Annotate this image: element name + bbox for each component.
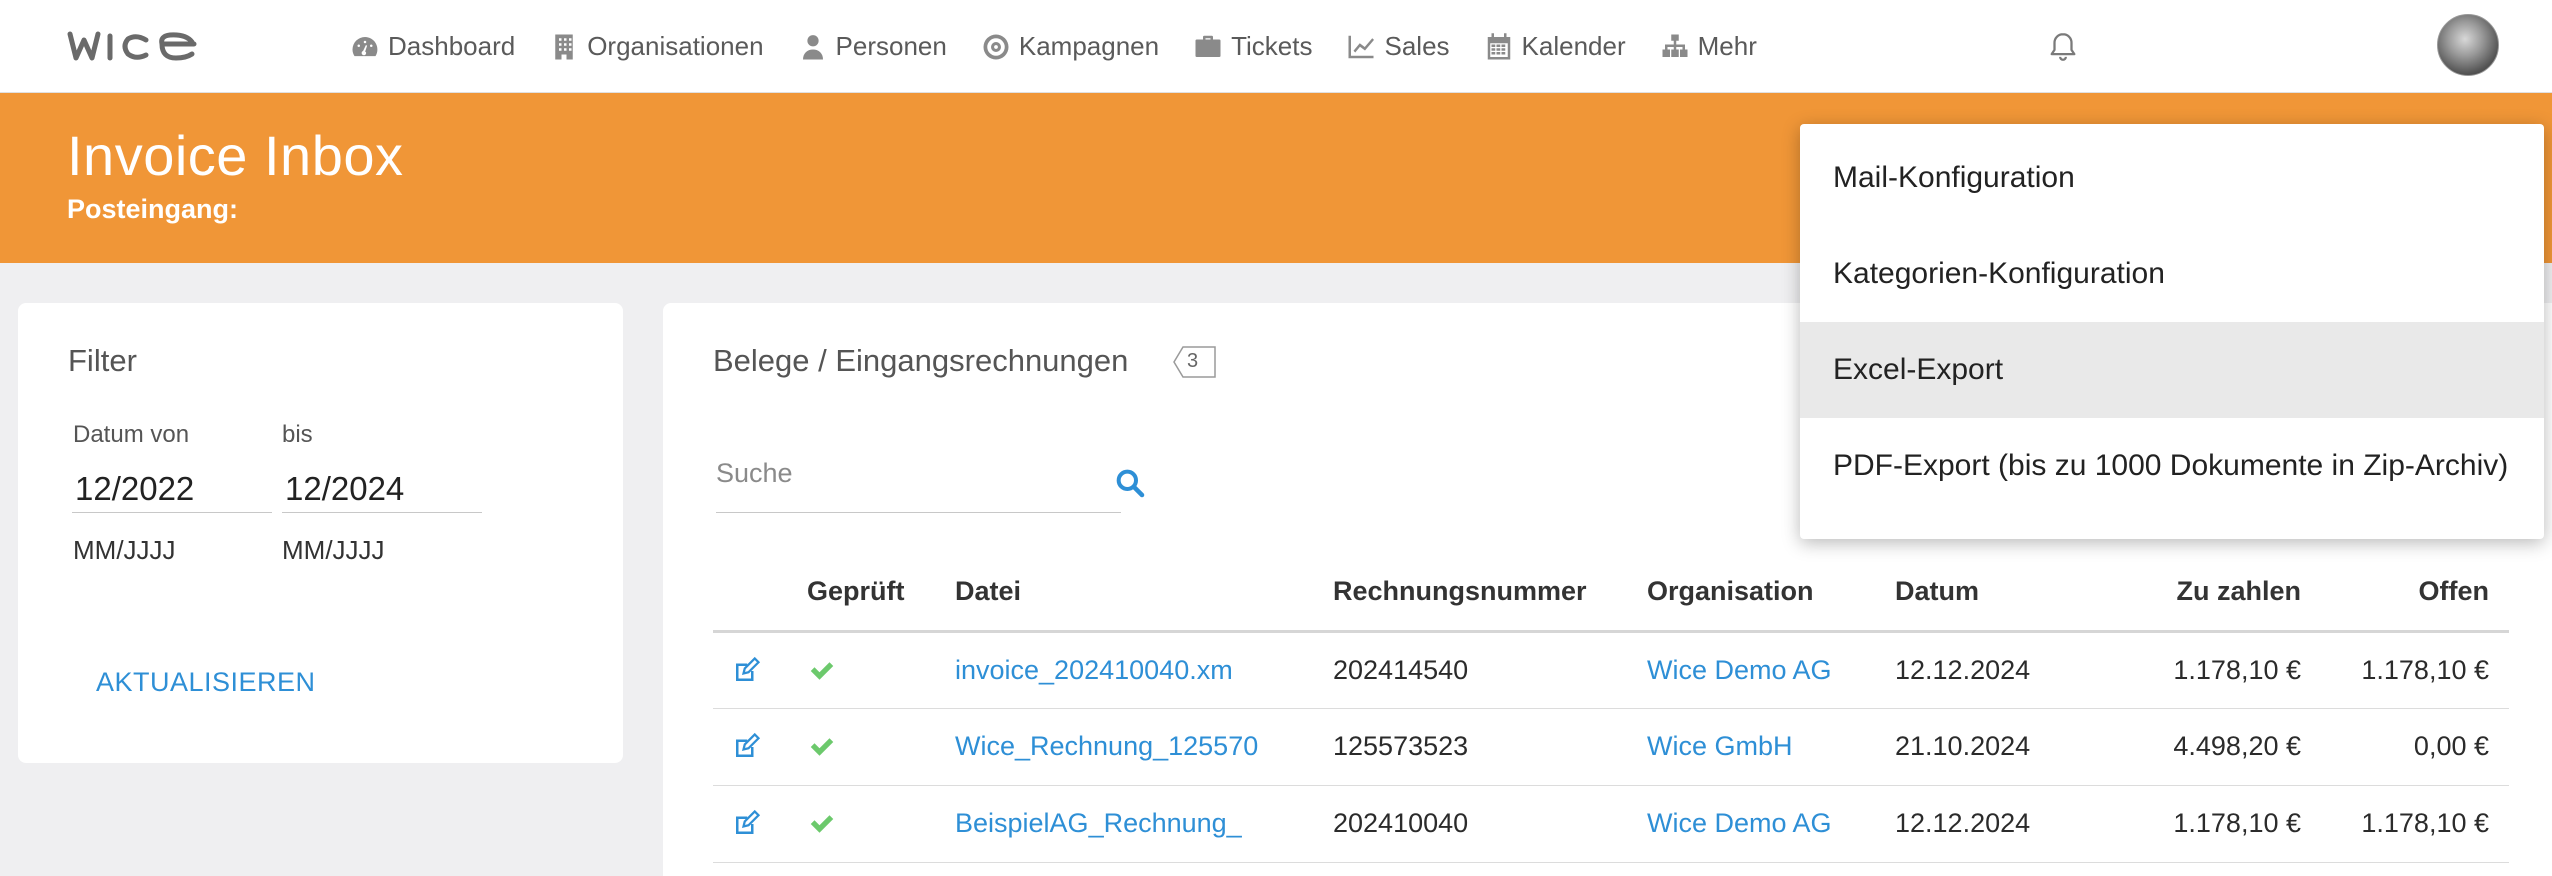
amount-to-pay: 4.498,20 € xyxy=(2095,708,2321,786)
date-to-label: bis xyxy=(282,421,313,448)
filter-panel: Filter Datum von bis MM/JJJJ MM/JJJJ AKT… xyxy=(18,303,623,763)
main-nav: Dashboard Organisationen Personen Kampag… xyxy=(350,0,1791,93)
sitemap-icon xyxy=(1662,34,1688,57)
dashboard-icon xyxy=(352,36,378,56)
invoice-date: 12.12.2024 xyxy=(1895,631,2095,709)
file-link[interactable]: BeispielAG_Rechnung_ xyxy=(955,785,1333,863)
column-header[interactable]: Offen xyxy=(2321,553,2509,633)
column-header[interactable]: Datei xyxy=(955,553,1333,633)
page-subtitle: Posteingang: xyxy=(67,194,239,224)
edit-icon[interactable] xyxy=(731,732,761,762)
nav-tickets[interactable]: Tickets xyxy=(1193,31,1312,62)
wice-logo[interactable] xyxy=(66,22,202,70)
nav-dashboard[interactable]: Dashboard xyxy=(350,31,515,62)
search-field xyxy=(716,443,1121,513)
calendar-icon xyxy=(1487,32,1510,59)
file-link[interactable]: invoice_202410040.xm xyxy=(955,631,1333,709)
bell-icon[interactable] xyxy=(2046,30,2080,64)
table-row[interactable]: Wice_Rechnung_125570 125573523 Wice GmbH… xyxy=(713,708,2509,786)
amount-to-pay: 1.178,10 € xyxy=(2095,631,2321,709)
nav-label: Organisationen xyxy=(587,31,764,61)
date-to-input[interactable] xyxy=(282,465,482,513)
amount-to-pay: 1.178,10 € xyxy=(2095,785,2321,863)
amount-open: 1.178,10 € xyxy=(2321,785,2509,863)
nav-kalender[interactable]: Kalender xyxy=(1484,31,1626,62)
target-icon xyxy=(983,34,1009,59)
nav-label: Kampagnen xyxy=(1018,31,1160,61)
file-link[interactable]: Wice_Rechnung_125570 xyxy=(955,708,1333,786)
invoice-number: 202410040 xyxy=(1333,785,1647,863)
nav-label: Sales xyxy=(1384,31,1450,61)
table-header-row: Geprüft Datei Rechnungsnummer Organisati… xyxy=(713,553,2509,633)
nav-label: Mehr xyxy=(1697,31,1757,61)
menu-item-excel-export[interactable]: Excel-Export xyxy=(1800,322,2544,418)
organisation-link[interactable]: Wice Demo AG xyxy=(1647,785,1895,863)
table-row[interactable]: BeispielAG_Rechnung_ 202410040 Wice Demo… xyxy=(713,785,2509,863)
list-title: Belege / Eingangsrechnungen xyxy=(713,343,1129,378)
filter-title: Filter xyxy=(68,343,137,378)
count-value: 3 xyxy=(1187,349,1199,372)
check-icon xyxy=(810,815,834,834)
menu-item-mail-configuration[interactable]: Mail-Konfiguration xyxy=(1800,130,2544,226)
nav-label: Kalender xyxy=(1521,31,1626,61)
line-chart-icon xyxy=(1348,35,1375,58)
check-icon xyxy=(810,738,834,757)
nav-kampagnen[interactable]: Kampagnen xyxy=(981,31,1159,62)
column-header[interactable]: Organisation xyxy=(1647,553,1895,633)
column-header[interactable]: Datum xyxy=(1895,553,2095,633)
count-badge: 3 xyxy=(1173,346,1216,378)
organisation-link[interactable]: Wice GmbH xyxy=(1647,708,1895,786)
invoice-date: 12.12.2024 xyxy=(1895,785,2095,863)
date-to-hint: MM/JJJJ xyxy=(282,535,385,565)
building-icon xyxy=(555,34,573,59)
check-icon xyxy=(810,662,834,680)
nav-personen[interactable]: Personen xyxy=(798,31,947,62)
menu-item-category-configuration[interactable]: Kategorien-Konfiguration xyxy=(1800,226,2544,322)
amount-open: 0,00 € xyxy=(2321,708,2509,786)
nav-sales[interactable]: Sales xyxy=(1346,31,1450,62)
nav-label: Dashboard xyxy=(388,31,516,61)
top-navbar: Dashboard Organisationen Personen Kampag… xyxy=(0,0,2552,93)
user-avatar[interactable] xyxy=(2437,14,2499,76)
table-row[interactable]: invoice_202410040.xm 202414540 Wice Demo… xyxy=(713,631,2509,709)
search-input[interactable] xyxy=(716,443,1121,503)
column-header[interactable]: Zu zahlen xyxy=(2095,553,2321,633)
page-title: Invoice Inbox xyxy=(67,124,404,187)
organisation-link[interactable]: Wice Demo AG xyxy=(1647,631,1895,709)
search-icon[interactable] xyxy=(1114,467,1146,499)
date-from-label: Datum von xyxy=(73,421,190,448)
invoice-date: 21.10.2024 xyxy=(1895,708,2095,786)
date-from-input[interactable] xyxy=(72,465,272,513)
user-icon xyxy=(802,34,823,59)
invoice-number: 125573523 xyxy=(1333,708,1647,786)
amount-open: 1.178,10 € xyxy=(2321,631,2509,709)
update-button[interactable]: AKTUALISIEREN xyxy=(96,667,316,698)
date-from-hint: MM/JJJJ xyxy=(73,535,176,565)
menu-item-pdf-export[interactable]: PDF-Export (bis zu 1000 Dokumente in Zip… xyxy=(1800,418,2544,514)
invoice-number: 202414540 xyxy=(1333,631,1647,709)
actions-dropdown-menu: Mail-Konfiguration Kategorien-Konfigurat… xyxy=(1800,124,2544,539)
nav-organisationen[interactable]: Organisationen xyxy=(549,31,764,62)
column-header[interactable]: Geprüft xyxy=(807,553,955,633)
invoice-table: Geprüft Datei Rechnungsnummer Organisati… xyxy=(713,553,2509,863)
nav-label: Tickets xyxy=(1231,31,1313,61)
nav-mehr[interactable]: Mehr xyxy=(1660,31,1757,62)
nav-label: Personen xyxy=(835,31,947,61)
column-header xyxy=(713,553,807,633)
column-header[interactable]: Rechnungsnummer xyxy=(1333,553,1647,633)
edit-icon[interactable] xyxy=(731,809,761,839)
briefcase-icon xyxy=(1195,35,1221,57)
edit-icon[interactable] xyxy=(731,656,761,686)
